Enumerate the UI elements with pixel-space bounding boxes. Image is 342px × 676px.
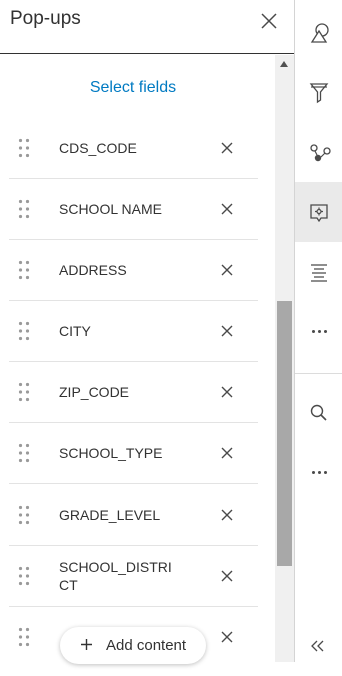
add-content-button[interactable]: Add content xyxy=(60,627,206,664)
action-rail xyxy=(294,0,342,662)
field-label: SCHOOL NAME xyxy=(59,201,162,217)
drag-handle-icon[interactable] xyxy=(18,321,30,341)
popup-config-icon xyxy=(310,204,328,223)
search-icon xyxy=(310,404,327,421)
rail-collapse-button[interactable] xyxy=(295,616,342,676)
vertical-scrollbar[interactable] xyxy=(275,55,294,662)
plus-icon xyxy=(81,639,92,650)
field-row[interactable]: ZIP_CODE xyxy=(9,362,258,423)
remove-field-button[interactable] xyxy=(220,446,234,460)
field-row[interactable]: CITY xyxy=(9,301,258,362)
remove-field-button[interactable] xyxy=(220,324,234,338)
field-label: ADDRESS xyxy=(59,262,127,278)
rail-more-button[interactable] xyxy=(295,302,342,362)
close-icon xyxy=(221,570,233,582)
text-align-icon xyxy=(311,264,327,282)
drag-handle-icon[interactable] xyxy=(18,505,30,525)
rail-analysis-button[interactable] xyxy=(295,122,342,182)
scroll-up-arrow-icon[interactable] xyxy=(280,61,288,67)
rail-divider xyxy=(295,373,342,374)
close-icon xyxy=(221,203,233,215)
field-row[interactable]: SCHOOL_DISTRI CT xyxy=(9,546,258,607)
close-icon xyxy=(221,447,233,459)
field-row[interactable]: GRADE_LEVEL xyxy=(9,485,258,546)
field-row[interactable]: SCHOOL_TYPE xyxy=(9,423,258,484)
rail-labels-button[interactable] xyxy=(295,242,342,302)
field-label: CDS_CODE xyxy=(59,140,137,156)
panel-title: Pop-ups xyxy=(10,8,81,29)
more-icon xyxy=(312,330,330,333)
scroll-thumb[interactable] xyxy=(277,301,292,566)
drag-handle-icon[interactable] xyxy=(18,260,30,280)
field-row[interactable]: SCHOOL NAME xyxy=(9,179,258,240)
rail-layers-button[interactable] xyxy=(295,2,342,62)
rail-popups-button[interactable] xyxy=(295,182,342,242)
close-icon xyxy=(261,13,277,29)
close-icon xyxy=(221,264,233,276)
layers-shapes-icon xyxy=(310,23,329,43)
close-icon xyxy=(221,386,233,398)
remove-field-button[interactable] xyxy=(220,630,234,644)
remove-field-button[interactable] xyxy=(220,385,234,399)
close-icon xyxy=(221,142,233,154)
field-label: ZIP_CODE xyxy=(59,384,130,400)
rail-search-button[interactable] xyxy=(295,383,342,443)
field-label: SCHOOL_DISTRI CT xyxy=(59,559,172,593)
select-fields-link[interactable]: Select fields xyxy=(0,79,266,97)
close-icon xyxy=(221,325,233,337)
close-icon xyxy=(221,509,233,521)
drag-handle-icon[interactable] xyxy=(18,627,30,647)
filter-icon xyxy=(309,83,329,104)
close-panel-button[interactable] xyxy=(259,11,279,31)
field-label: GRADE_LEVEL xyxy=(59,507,161,523)
field-row[interactable]: ADDRESS xyxy=(9,240,258,301)
drag-handle-icon[interactable] xyxy=(18,566,30,586)
remove-field-button[interactable] xyxy=(220,508,234,522)
more-icon xyxy=(312,471,330,474)
field-label: SCHOOL_TYPE xyxy=(59,445,163,461)
rail-more-button-2[interactable] xyxy=(295,443,342,503)
add-content-label: Add content xyxy=(106,637,187,654)
collapse-icon xyxy=(311,640,324,652)
remove-field-button[interactable] xyxy=(220,141,234,155)
fields-content: Select fields CDS_CODE SCHOOL NAME ADDRESS… xyxy=(0,55,275,662)
remove-field-button[interactable] xyxy=(220,263,234,277)
analysis-nodes-icon xyxy=(310,144,331,162)
fields-scroll-area[interactable]: Select fields CDS_CODE SCHOOL NAME ADDRESS… xyxy=(0,55,294,662)
drag-handle-icon[interactable] xyxy=(18,138,30,158)
remove-field-button[interactable] xyxy=(220,202,234,216)
field-row[interactable]: CDS_CODE xyxy=(9,118,258,179)
rail-filter-button[interactable] xyxy=(295,62,342,122)
popups-panel: Pop-ups Select fields CDS_CODE SCHOOL NAM… xyxy=(0,0,294,664)
panel-header: Pop-ups xyxy=(0,0,294,54)
drag-handle-icon[interactable] xyxy=(18,382,30,402)
close-icon xyxy=(221,631,233,643)
remove-field-button[interactable] xyxy=(220,569,234,583)
drag-handle-icon[interactable] xyxy=(18,443,30,463)
drag-handle-icon[interactable] xyxy=(18,199,30,219)
field-label: CITY xyxy=(59,323,91,339)
